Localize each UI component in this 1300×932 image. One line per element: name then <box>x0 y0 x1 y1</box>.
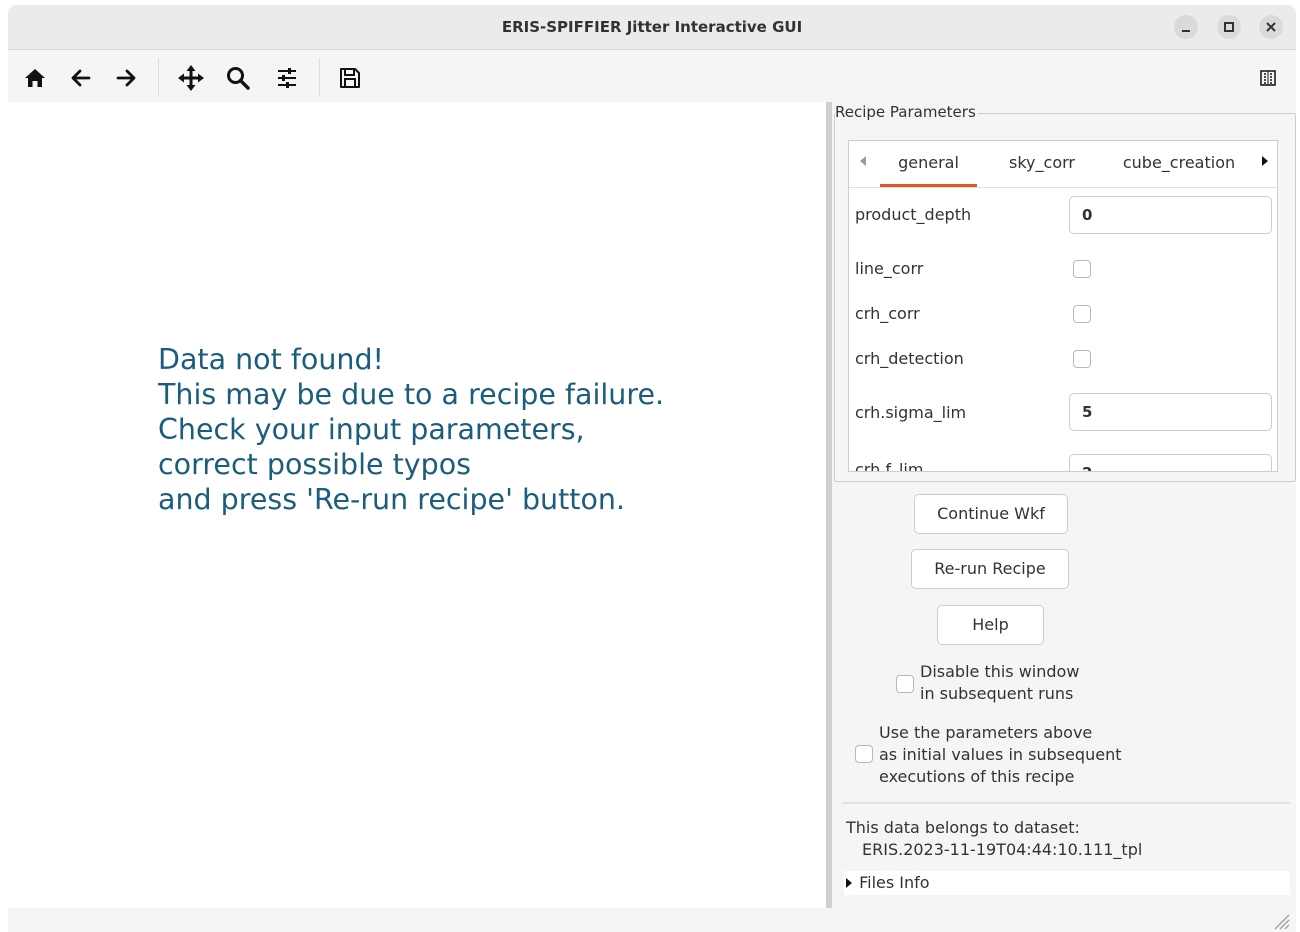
back-arrow-icon <box>71 69 91 87</box>
tab-cube-creation[interactable]: cube_creation <box>1114 141 1244 187</box>
files-info-expander[interactable]: Files Info <box>844 871 1290 895</box>
param-label-crh-detection: crh_detection <box>855 349 964 368</box>
use-params-label-line: as initial values in subsequent <box>879 745 1122 764</box>
help-button[interactable]: Help <box>937 605 1044 645</box>
recipe-parameters-title: Recipe Parameters <box>835 103 978 121</box>
control-panel: Recipe Parameters general sky_corr cube_… <box>832 102 1296 908</box>
crh-sigma-lim-input[interactable]: 5 <box>1069 393 1272 431</box>
resize-grip-icon[interactable] <box>1270 910 1290 930</box>
close-button[interactable] <box>1259 15 1283 39</box>
plot-canvas[interactable]: Data not found! This may be due to a rec… <box>8 102 826 908</box>
save-button[interactable] <box>336 64 364 92</box>
param-label-crh-f-lim: crh.f_lim <box>855 460 924 472</box>
use-params-checkbox[interactable] <box>855 745 873 763</box>
tab-scroll-left[interactable] <box>853 141 873 187</box>
dataset-value: ERIS.2023-11-19T04:44:10.111_tpl <box>862 840 1143 859</box>
zoom-icon <box>227 67 250 90</box>
tab-scroll-right[interactable] <box>1255 141 1275 187</box>
message-line: and press 'Re-run recipe' button. <box>158 483 626 516</box>
maximize-button[interactable] <box>1217 15 1241 39</box>
parameters-notebook: general sky_corr cube_creation product_d… <box>848 140 1278 472</box>
param-label-crh-sigma-lim: crh.sigma_lim <box>855 403 967 422</box>
use-params-label-line: Use the parameters above <box>879 723 1093 742</box>
expand-arrow-icon <box>846 878 852 888</box>
message-line: This may be due to a recipe failure. <box>158 378 665 411</box>
app-window: ERIS-SPIFFIER Jitter Interactive GUI Dat… <box>8 5 1296 932</box>
title-bar: ERIS-SPIFFIER Jitter Interactive GUI <box>8 5 1296 50</box>
status-bar <box>8 908 1296 932</box>
menu-button[interactable] <box>1254 64 1282 92</box>
chevron-right-icon <box>1262 156 1268 166</box>
pan-button[interactable] <box>177 64 205 92</box>
files-info-label: Files Info <box>859 873 930 892</box>
minimize-icon <box>1182 30 1190 32</box>
crh-f-lim-input[interactable]: 2 <box>1069 454 1272 471</box>
zoom-button[interactable] <box>224 64 252 92</box>
disable-window-label-line: in subsequent runs <box>920 684 1074 703</box>
tab-bar: general sky_corr cube_creation <box>849 141 1277 188</box>
tab-general[interactable]: general <box>880 141 977 187</box>
forward-button[interactable] <box>112 64 140 92</box>
forward-arrow-icon <box>116 69 136 87</box>
rerun-recipe-button[interactable]: Re-run Recipe <box>911 549 1069 589</box>
maximize-icon <box>1224 22 1234 32</box>
back-button[interactable] <box>67 64 95 92</box>
toolbar-separator <box>158 58 159 96</box>
use-params-label-line: executions of this recipe <box>879 767 1075 786</box>
continue-wkf-button[interactable]: Continue Wkf <box>914 494 1068 534</box>
param-label-line-corr: line_corr <box>855 259 924 278</box>
param-label-product-depth: product_depth <box>855 205 972 224</box>
message-line: correct possible typos <box>158 448 472 481</box>
panel-separator <box>842 802 1290 804</box>
crh-corr-checkbox[interactable] <box>1073 305 1091 323</box>
home-button[interactable] <box>21 64 49 92</box>
crh-detection-checkbox[interactable] <box>1073 350 1091 368</box>
tab-sky-corr[interactable]: sky_corr <box>997 141 1087 187</box>
message-line: Check your input parameters, <box>158 413 585 446</box>
save-icon <box>340 68 360 88</box>
home-icon <box>25 69 45 87</box>
disable-window-label-line: Disable this window <box>920 662 1080 681</box>
product-depth-input[interactable]: 0 <box>1069 196 1272 234</box>
configure-subplots-button[interactable] <box>273 64 301 92</box>
chevron-left-icon <box>860 156 866 166</box>
dataset-label: This data belongs to dataset: <box>846 818 1080 837</box>
disable-window-checkbox[interactable] <box>896 675 914 693</box>
toolbar-separator <box>319 58 320 96</box>
minimize-button[interactable] <box>1174 15 1198 39</box>
line-corr-checkbox[interactable] <box>1073 260 1091 278</box>
error-message: Data not found! This may be due to a rec… <box>158 342 664 517</box>
configure-subplots-icon <box>278 68 296 88</box>
param-label-crh-corr: crh_corr <box>855 304 920 323</box>
menu-icon <box>1260 70 1276 86</box>
message-line: Data not found! <box>158 343 384 376</box>
pan-move-icon <box>178 65 204 91</box>
close-icon <box>1266 22 1276 32</box>
use-params-label: Use the parameters above as initial valu… <box>879 722 1121 788</box>
window-title: ERIS-SPIFFIER Jitter Interactive GUI <box>501 18 803 36</box>
disable-window-label: Disable this window in subsequent runs <box>920 661 1079 705</box>
plot-toolbar <box>8 50 1296 102</box>
